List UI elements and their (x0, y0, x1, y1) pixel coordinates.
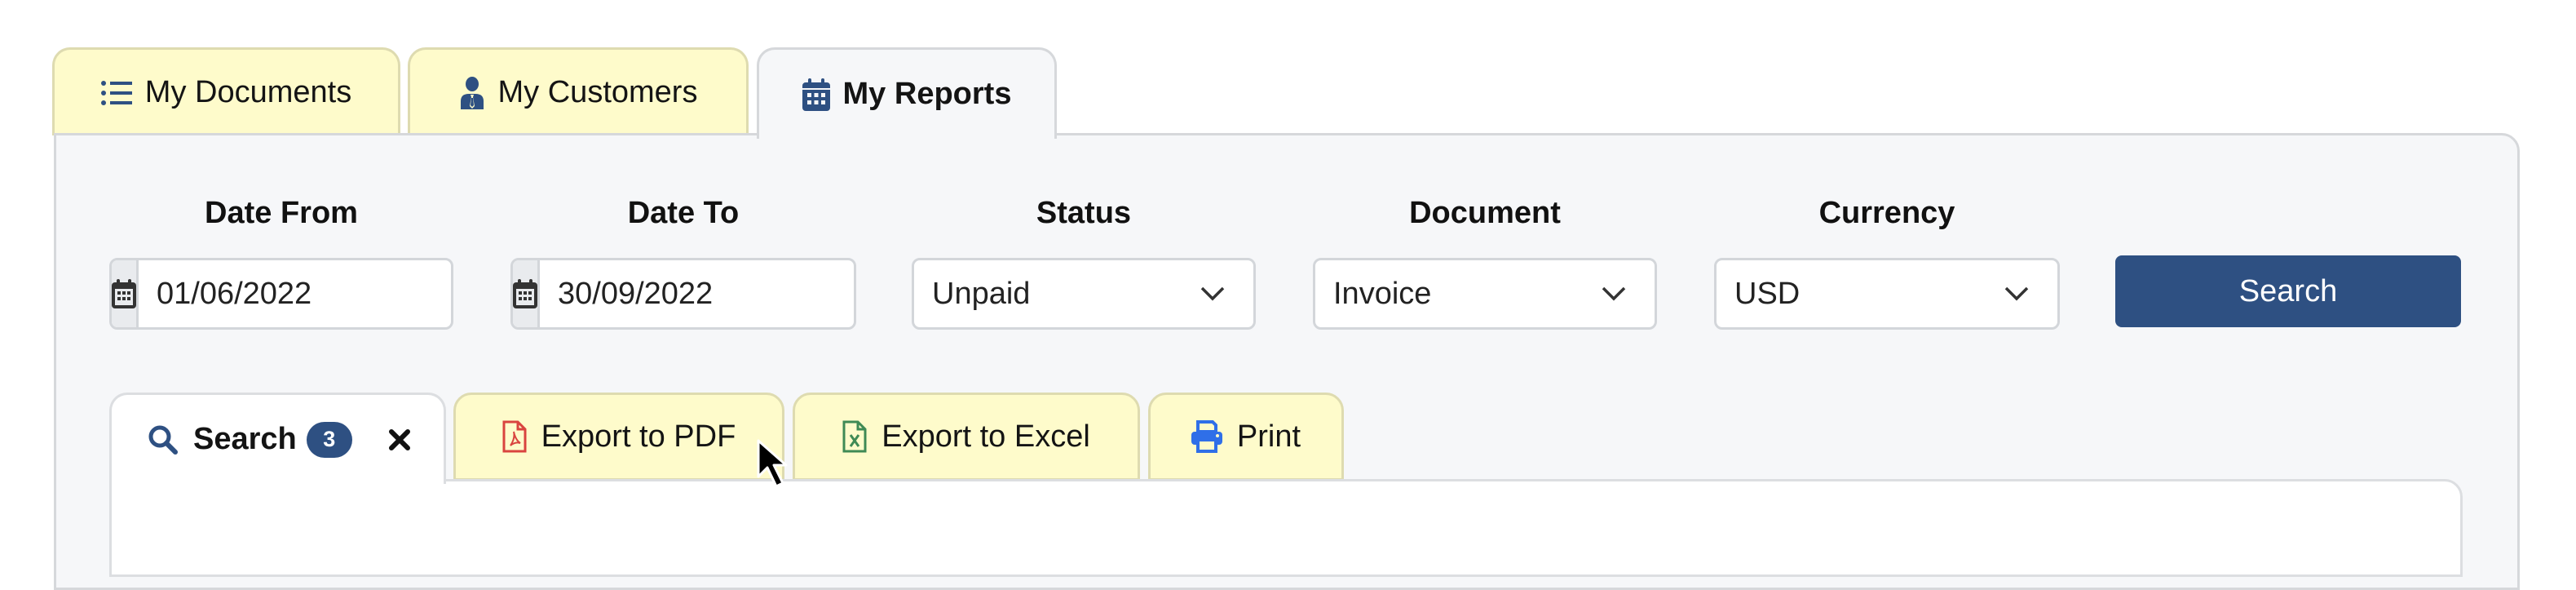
file-excel-icon (842, 420, 867, 453)
date-from-input[interactable] (139, 275, 451, 313)
calendar-icon (112, 279, 136, 308)
print-icon (1191, 420, 1222, 453)
chevron-down-icon (1589, 286, 1638, 301)
tab-label: Search (193, 422, 297, 456)
tab-label: My Customers (497, 75, 698, 109)
currency-label: Currency (1818, 196, 1955, 230)
date-to-input[interactable] (540, 275, 854, 313)
date-from-label: Date From (205, 196, 358, 230)
file-pdf-icon (502, 420, 527, 453)
chevron-down-icon (1188, 286, 1237, 301)
date-to-label: Date To (627, 196, 740, 230)
user-tie-icon (459, 76, 485, 109)
close-icon[interactable] (388, 428, 411, 451)
export-pdf-button[interactable]: Export to PDF (453, 393, 784, 481)
document-selected-value: Invoice (1333, 276, 1432, 311)
list-icon (100, 79, 132, 107)
document-select[interactable]: Invoice (1313, 258, 1657, 330)
date-from-calendar-button[interactable] (112, 260, 139, 327)
date-from-field[interactable] (109, 258, 453, 330)
tab-search-results[interactable]: Search 3 (109, 393, 446, 484)
tab-label: My Documents (144, 75, 352, 109)
result-count-badge: 3 (306, 421, 352, 458)
tab-label: Print (1236, 419, 1301, 454)
tab-label: Export to PDF (541, 419, 736, 454)
calendar-icon (802, 78, 830, 111)
tab-label: My Reports (842, 77, 1012, 111)
chevron-down-icon (1992, 286, 2041, 301)
currency-select[interactable]: USD (1714, 258, 2060, 330)
tab-label: Export to Excel (881, 419, 1090, 454)
date-to-calendar-button[interactable] (513, 260, 540, 327)
status-selected-value: Unpaid (932, 276, 1031, 311)
calendar-icon (513, 279, 537, 308)
tab-my-customers[interactable]: My Customers (408, 47, 749, 135)
document-label: Document (1409, 196, 1561, 230)
search-button[interactable]: Search (2115, 255, 2461, 327)
search-results-panel (109, 479, 2463, 577)
tab-my-documents[interactable]: My Documents (52, 47, 400, 135)
search-icon (148, 424, 179, 455)
tab-my-reports[interactable]: My Reports (757, 47, 1057, 139)
status-select[interactable]: Unpaid (912, 258, 1256, 330)
export-excel-button[interactable]: Export to Excel (793, 393, 1140, 481)
status-label: Status (1036, 196, 1132, 230)
date-to-field[interactable] (510, 258, 856, 330)
currency-selected-value: USD (1734, 276, 1801, 311)
print-button[interactable]: Print (1148, 393, 1344, 481)
